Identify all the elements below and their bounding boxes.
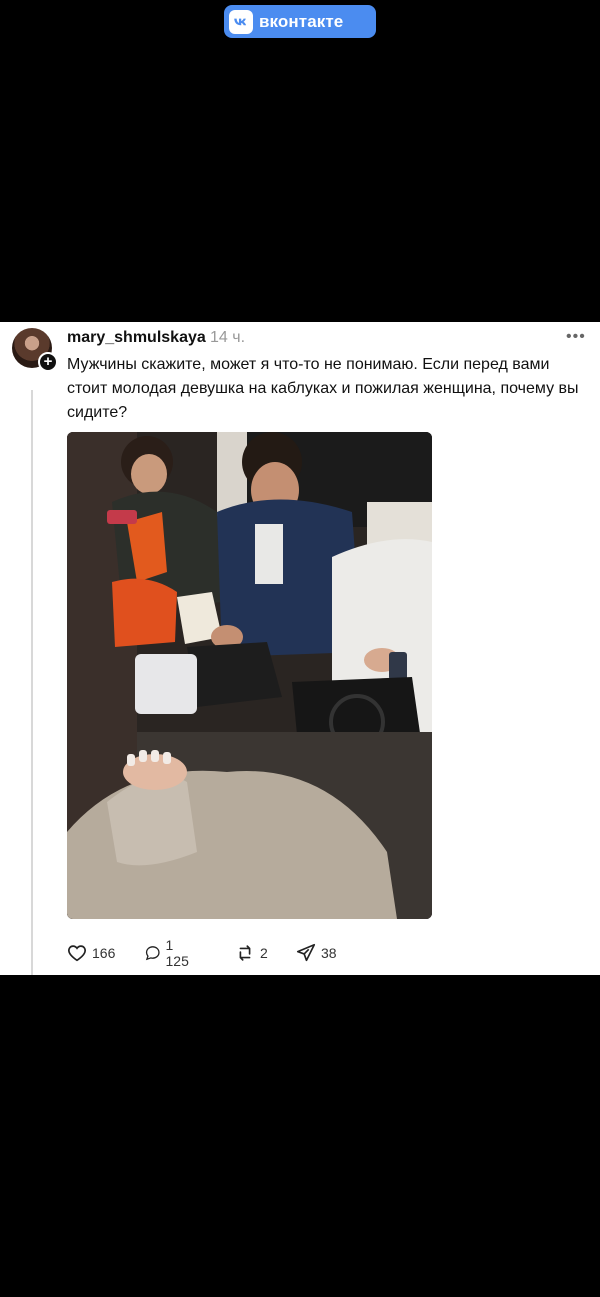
comment-icon [145, 946, 160, 961]
share-count: 38 [321, 945, 337, 961]
share-button[interactable]: 38 [295, 942, 337, 964]
repost-icon [239, 945, 251, 961]
post-text: Мужчины скажите, может я что-то не поним… [67, 356, 579, 421]
like-button[interactable]: 166 [66, 942, 115, 964]
post-photo[interactable] [67, 432, 432, 919]
vk-badge[interactable]: вконтакте [224, 5, 376, 38]
screen: вконтакте + mary_shmulskaya 14 ч. ••• Му… [0, 0, 600, 1297]
like-count: 166 [92, 945, 116, 961]
vk-logo-icon [229, 9, 253, 34]
repost-count: 2 [260, 945, 268, 961]
more-options-icon[interactable]: ••• [566, 328, 586, 346]
thread-line [31, 390, 33, 975]
subway-photo-illustration [67, 432, 432, 919]
post-card: + mary_shmulskaya 14 ч. ••• Мужчины скаж… [0, 322, 600, 975]
author-username[interactable]: mary_shmulskaya [67, 329, 206, 347]
vk-brand-text: вконтакте [259, 11, 344, 31]
comment-button[interactable]: 1 125 [144, 937, 193, 969]
follow-plus-icon[interactable]: + [38, 352, 58, 372]
comment-count: 1 125 [165, 937, 189, 969]
send-icon [296, 943, 316, 962]
repost-button[interactable]: 2 [234, 942, 268, 964]
heart-icon [68, 945, 86, 962]
author-avatar[interactable]: + [12, 328, 58, 372]
post-time: 14 ч. [210, 329, 246, 346]
